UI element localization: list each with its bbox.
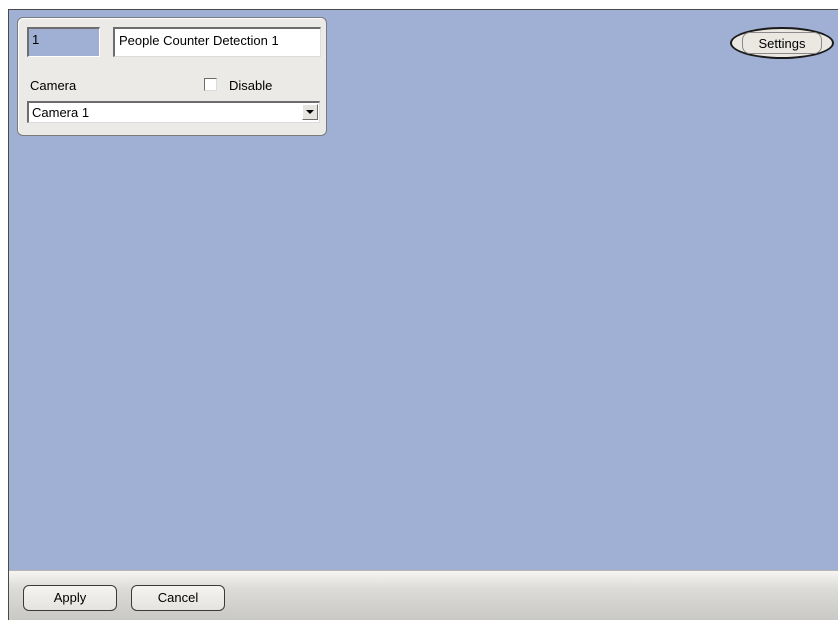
bottom-toolbar: Apply Cancel bbox=[9, 570, 838, 620]
name-field[interactable]: People Counter Detection 1 bbox=[113, 27, 321, 57]
settings-window: 1 People Counter Detection 1 Camera Disa… bbox=[8, 9, 838, 620]
settings-button[interactable]: Settings bbox=[730, 27, 834, 59]
camera-select-value: Camera 1 bbox=[32, 105, 90, 120]
camera-select[interactable]: Camera 1 bbox=[27, 101, 320, 123]
settings-button-inner bbox=[742, 32, 822, 54]
chevron-down-icon bbox=[306, 110, 314, 114]
disable-checkbox[interactable] bbox=[204, 78, 217, 91]
id-field[interactable]: 1 bbox=[27, 27, 100, 57]
cancel-button[interactable]: Cancel bbox=[131, 585, 225, 611]
object-panel: 1 People Counter Detection 1 Camera Disa… bbox=[17, 17, 327, 136]
id-value: 1 bbox=[32, 32, 40, 47]
name-value: People Counter Detection 1 bbox=[119, 33, 279, 48]
camera-dropdown-button[interactable] bbox=[302, 104, 318, 120]
apply-button[interactable]: Apply bbox=[23, 585, 117, 611]
camera-label: Camera bbox=[30, 78, 77, 93]
disable-label: Disable bbox=[229, 78, 273, 93]
